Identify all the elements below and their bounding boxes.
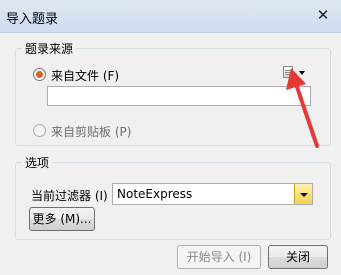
filter-value: NoteExpress bbox=[117, 187, 193, 201]
start-import-button[interactable]: 开始导入 (I) bbox=[177, 245, 261, 269]
file-icon[interactable] bbox=[283, 66, 293, 78]
from-clipboard-label[interactable]: 来自剪贴板 (P) bbox=[51, 123, 131, 140]
filter-label: 当前过滤器 (I) bbox=[31, 189, 108, 203]
source-group-title: 题录来源 bbox=[22, 40, 77, 57]
more-button[interactable]: 更多 (M)... bbox=[29, 207, 95, 231]
filter-select[interactable]: NoteExpress bbox=[112, 183, 313, 205]
from-file-radio[interactable] bbox=[33, 68, 46, 81]
title-bar: 导入题录 ✕ bbox=[0, 0, 341, 33]
options-group-title: 选项 bbox=[22, 154, 53, 171]
close-button[interactable]: 关闭 bbox=[268, 245, 328, 269]
chevron-down-icon[interactable] bbox=[299, 71, 305, 75]
from-file-label[interactable]: 来自文件 (F) bbox=[51, 67, 119, 84]
dropdown-arrow-icon[interactable] bbox=[294, 184, 312, 204]
file-path-input[interactable] bbox=[47, 86, 311, 106]
close-window-icon[interactable]: ✕ bbox=[313, 5, 333, 25]
window-title: 导入题录 bbox=[6, 12, 59, 27]
from-clipboard-radio[interactable] bbox=[33, 124, 46, 137]
